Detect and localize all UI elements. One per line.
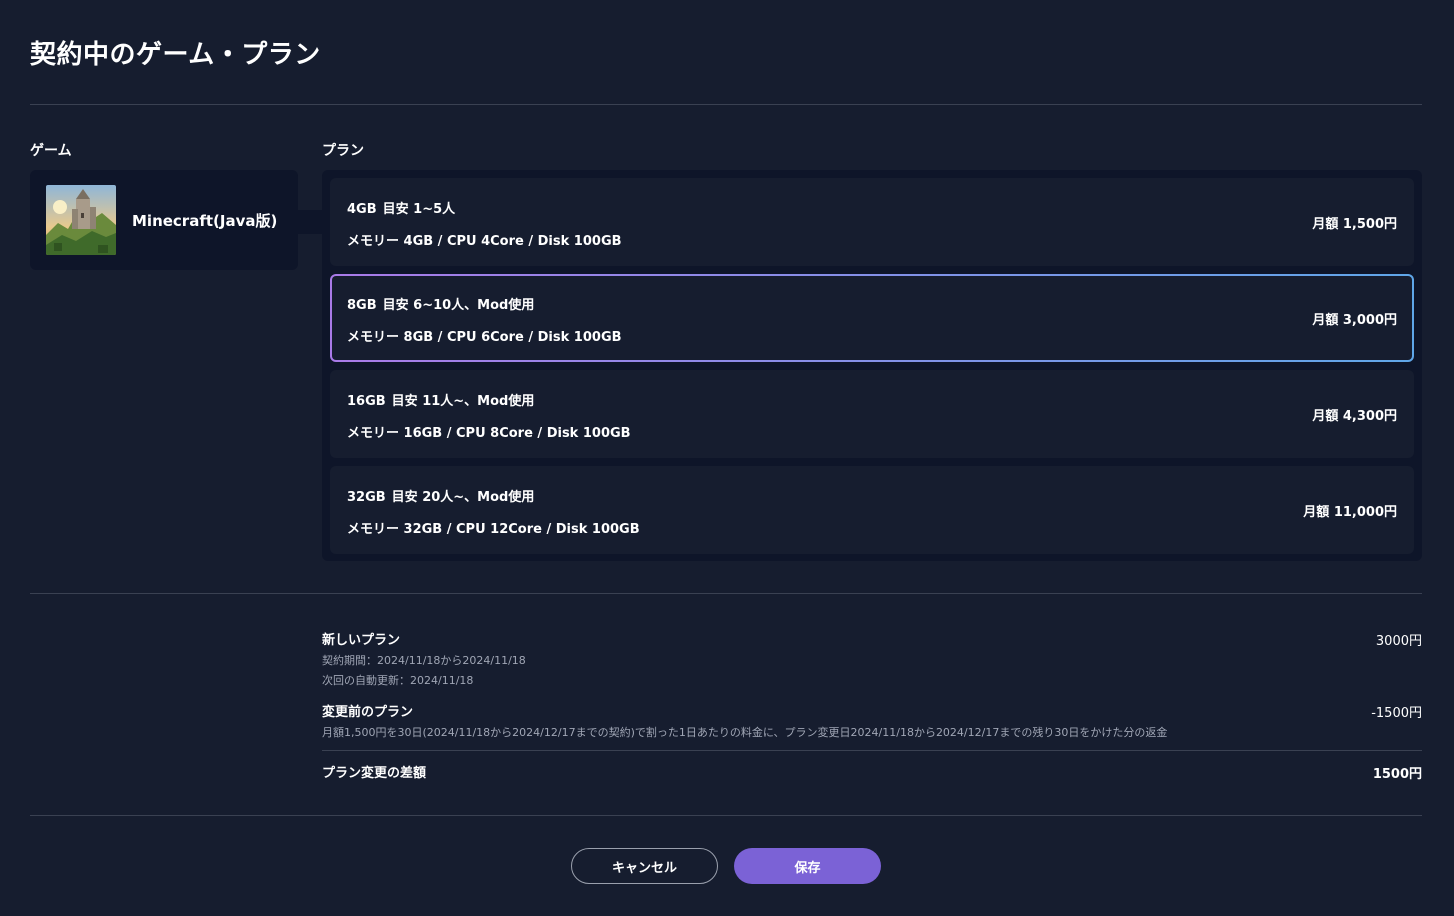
old-plan-label: 変更前のプラン (322, 705, 414, 720)
next-renewal: 次回の自動更新：2024/11/18 (322, 674, 474, 687)
plan-price: 月額 3,000円 (1312, 313, 1397, 328)
game-name: Minecraft(Java版) (132, 211, 278, 230)
plan-memory: 16GB (347, 394, 386, 409)
game-section-label: ゲーム (30, 143, 72, 159)
difference-label: プラン変更の差額 (322, 766, 427, 781)
footer-divider (30, 815, 1422, 816)
plan-list: 4GB 目安 1~5人 メモリー 4GB / CPU 4Core / Disk 1… (322, 170, 1422, 561)
plan-title: 16GB 目安 11人~、Mod使用 (347, 390, 534, 409)
plan-price: 月額 11,000円 (1303, 505, 1397, 520)
plan-price: 月額 4,300円 (1312, 409, 1397, 424)
plan-change-page: 契約中のゲーム・プラン ゲーム プラン Minecraft(Java版) 4GB… (0, 0, 1454, 916)
plan-option-32gb[interactable]: 32GB 目安 20人~、Mod使用 メモリー 32GB / CPU 12Core… (330, 466, 1414, 554)
plan-title: 4GB 目安 1~5人 (347, 198, 455, 217)
new-plan-value: 3000円 (1375, 634, 1422, 649)
plan-option-4gb[interactable]: 4GB 目安 1~5人 メモリー 4GB / CPU 4Core / Disk 1… (330, 178, 1414, 266)
plan-description: 目安 1~5人 (382, 202, 456, 217)
plan-description: 目安 20人~、Mod使用 (391, 490, 535, 505)
plan-spec: メモリー 8GB / CPU 6Core / Disk 100GB (347, 330, 622, 345)
plan-description: 目安 11人~、Mod使用 (391, 394, 535, 409)
plan-price: 月額 1,500円 (1312, 217, 1397, 232)
contract-period: 契約期間：2024/11/18から2024/11/18 (322, 654, 526, 667)
plan-spec: メモリー 4GB / CPU 4Core / Disk 100GB (347, 234, 622, 249)
plan-section-label: プラン (322, 143, 364, 159)
plan-memory: 32GB (347, 490, 386, 505)
plan-option-16gb[interactable]: 16GB 目安 11人~、Mod使用 メモリー 16GB / CPU 8Core … (330, 370, 1414, 458)
save-button[interactable]: 保存 (734, 848, 881, 884)
cancel-button[interactable]: キャンセル (571, 848, 718, 884)
plan-title: 8GB 目安 6~10人、Mod使用 (347, 294, 534, 313)
game-card: Minecraft(Java版) (30, 170, 298, 270)
plan-option-8gb[interactable]: 8GB 目安 6~10人、Mod使用 メモリー 8GB / CPU 6Core /… (330, 274, 1414, 362)
difference-value: 1500円 (1372, 767, 1422, 782)
new-plan-label: 新しいプラン (322, 633, 401, 648)
game-plan-connector (298, 210, 322, 234)
page-title: 契約中のゲーム・プラン (30, 40, 321, 70)
plan-spec: メモリー 32GB / CPU 12Core / Disk 100GB (347, 522, 640, 537)
plan-title: 32GB 目安 20人~、Mod使用 (347, 486, 534, 505)
plan-spec: メモリー 16GB / CPU 8Core / Disk 100GB (347, 426, 631, 441)
minecraft-castle-thumbnail-icon (46, 185, 116, 255)
old-plan-value: -1500円 (1371, 706, 1422, 721)
header-divider (30, 104, 1422, 105)
summary-divider (322, 750, 1422, 751)
plan-memory: 4GB (347, 202, 377, 217)
plans-divider (30, 593, 1422, 594)
plan-description: 目安 6~10人、Mod使用 (382, 298, 535, 313)
plan-memory: 8GB (347, 298, 377, 313)
refund-note: 月額1,500円を30日(2024/11/18から2024/12/17までの契約… (322, 726, 1168, 739)
